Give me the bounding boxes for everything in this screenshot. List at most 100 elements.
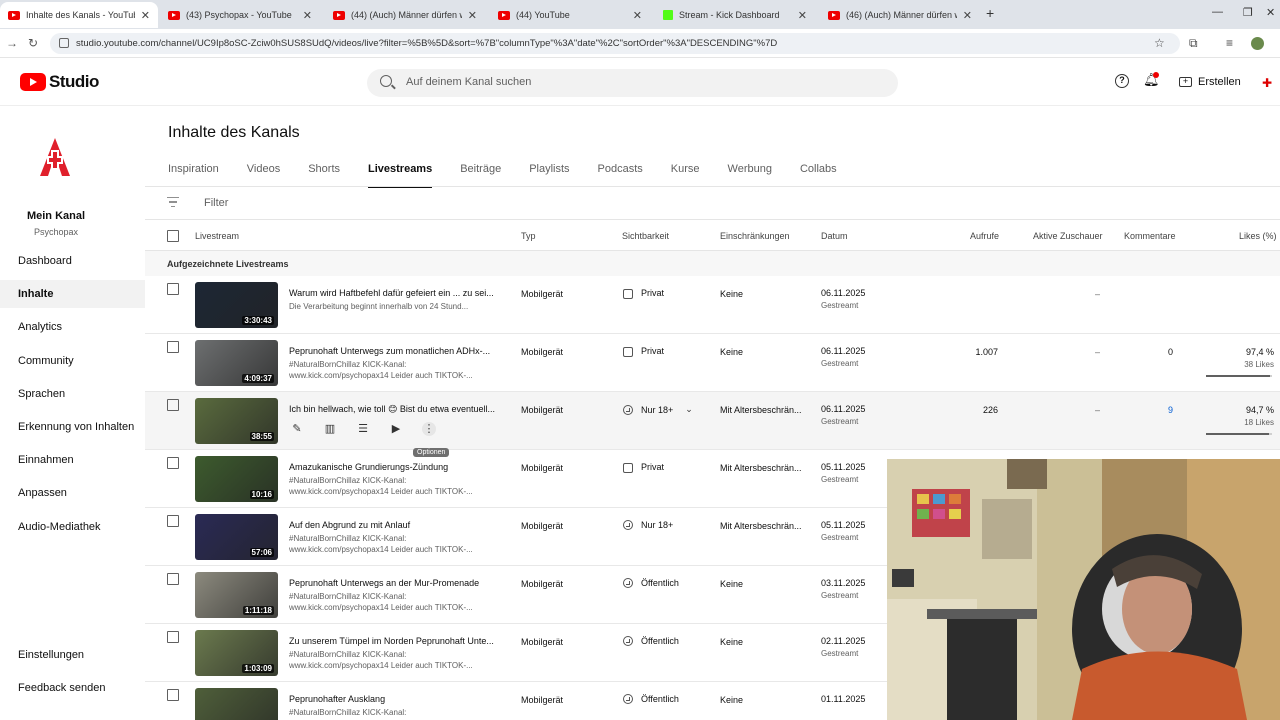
edit-pencil-icon[interactable]: ✎	[290, 422, 304, 436]
col-comments[interactable]: Kommentare	[1124, 231, 1176, 241]
tab-podcasts[interactable]: Podcasts	[598, 163, 643, 185]
tab-videos[interactable]: Videos	[247, 163, 280, 185]
row-checkbox[interactable]	[167, 573, 179, 585]
sidebar-item-inhalte[interactable]: Inhalte	[0, 280, 145, 308]
video-thumbnail[interactable]: 10:16	[195, 456, 278, 502]
sidebar-item-einnahmen[interactable]: Einnahmen	[0, 446, 145, 474]
video-thumbnail[interactable]: 4:09:37	[195, 340, 278, 386]
close-tab-icon[interactable]: ✕	[798, 9, 807, 22]
notifications-bell-icon[interactable]: 🔔︎	[1143, 72, 1160, 87]
video-thumbnail[interactable]: 38:55	[195, 398, 278, 444]
chevron-down-icon[interactable]: ⌄	[685, 404, 693, 415]
tab-playlists[interactable]: Playlists	[529, 163, 569, 185]
video-thumbnail[interactable]: 1:03:09	[195, 630, 278, 676]
close-tab-icon[interactable]: ✕	[633, 9, 642, 22]
youtube-favicon-icon	[8, 10, 20, 20]
studio-logo[interactable]: Studio	[20, 72, 99, 92]
row-checkbox[interactable]	[167, 631, 179, 643]
sidebar-item-sprachen[interactable]: Sprachen	[0, 380, 145, 408]
account-avatar[interactable]: ✚	[1262, 76, 1272, 90]
browser-tab[interactable]: (44) (Auch) Männer dürfen weinen ✕	[325, 2, 485, 28]
tab-beiträge[interactable]: Beiträge	[460, 163, 501, 185]
browser-tab[interactable]: (44) YouTube ✕	[490, 2, 650, 28]
table-row[interactable]: 3:30:43 Warum wird Haftbefehl dafür gefei…	[145, 276, 1280, 334]
extensions-icon[interactable]: ⧉	[1189, 36, 1198, 51]
video-thumbnail[interactable]: 57:06	[195, 514, 278, 560]
browser-tab[interactable]: (43) Psychopax - YouTube ✕	[160, 2, 320, 28]
video-title[interactable]: Peprunohafter Ausklang	[289, 694, 499, 704]
tab-shorts[interactable]: Shorts	[308, 163, 340, 185]
close-tab-icon[interactable]: ✕	[468, 9, 477, 22]
video-title[interactable]: Peprunohaft Unterwegs zum monatlichen AD…	[289, 346, 499, 356]
more-options-icon[interactable]: ⋮	[422, 422, 436, 436]
row-checkbox[interactable]	[167, 399, 179, 411]
row-checkbox[interactable]	[167, 341, 179, 353]
col-date[interactable]: Datum	[821, 231, 848, 241]
video-thumbnail[interactable]	[195, 688, 278, 720]
bookmark-star-icon[interactable]: ☆	[1154, 36, 1165, 50]
browser-tab[interactable]: (46) (Auch) Männer dürfen weinen ✕	[820, 2, 980, 28]
filter-input[interactable]: Filter	[204, 197, 228, 209]
sidebar-item-erkennung-von-inhalten[interactable]: Erkennung von Inhalten	[0, 413, 145, 441]
date-status: Gestreamt	[821, 649, 859, 658]
close-window-icon[interactable]: ✕	[1266, 6, 1275, 19]
type-cell: Mobilgerät	[521, 347, 564, 357]
row-checkbox[interactable]	[167, 457, 179, 469]
sidebar-item-anpassen[interactable]: Anpassen	[0, 479, 145, 507]
row-checkbox[interactable]	[167, 689, 179, 701]
tab-inspiration[interactable]: Inspiration	[168, 163, 219, 185]
tab-livestreams[interactable]: Livestreams	[368, 163, 433, 188]
tab-werbung[interactable]: Werbung	[728, 163, 772, 185]
analytics-icon[interactable]: ▥	[323, 422, 337, 436]
lock-icon	[623, 289, 633, 299]
media-control-icon[interactable]: ≡	[1226, 36, 1233, 50]
channel-avatar[interactable]	[36, 136, 74, 178]
sidebar-item-community[interactable]: Community	[0, 347, 145, 375]
sidebar-item-feedback-senden[interactable]: Feedback senden	[0, 674, 145, 702]
video-title[interactable]: Warum wird Haftbefehl dafür gefeiert ein…	[289, 288, 499, 298]
channel-search[interactable]: Auf deinem Kanal suchen	[367, 69, 898, 97]
browser-tab[interactable]: Inhalte des Kanals - YouTube Studio ✕	[0, 2, 158, 28]
visibility-cell[interactable]: Nur 18+ ⌄	[623, 404, 693, 415]
video-title[interactable]: Peprunohaft Unterwegs an der Mur-Promena…	[289, 578, 499, 588]
table-row[interactable]: 4:09:37 Peprunohaft Unterwegs zum monatli…	[145, 334, 1280, 392]
site-info-icon[interactable]	[59, 38, 69, 48]
restore-icon[interactable]: ❐	[1243, 6, 1253, 19]
create-button[interactable]: + Erstellen	[1171, 69, 1251, 95]
reload-icon[interactable]: ↻	[28, 36, 38, 50]
url-field[interactable]: studio.youtube.com/channel/UC9Ip8oSC-Zci…	[50, 33, 1180, 54]
row-checkbox[interactable]	[167, 515, 179, 527]
new-tab-button[interactable]: +	[986, 5, 994, 21]
row-checkbox[interactable]	[167, 283, 179, 295]
visibility-cell: Öffentlich	[623, 694, 679, 704]
close-tab-icon[interactable]: ✕	[963, 9, 972, 22]
video-thumbnail[interactable]: 1:11:18	[195, 572, 278, 618]
video-title[interactable]: Ich bin hellwach, wie toll 😊 Bist du etw…	[289, 404, 499, 415]
tab-collabs[interactable]: Collabs	[800, 163, 837, 185]
table-row[interactable]: 38:55 Ich bin hellwach, wie toll 😊 Bist d…	[145, 392, 1280, 457]
video-title[interactable]: Auf den Abgrund zu mit Anlauf	[289, 520, 499, 530]
youtube-play-icon[interactable]: ▶	[389, 422, 403, 436]
comments-cell[interactable]: 9	[1168, 405, 1173, 415]
browser-tab[interactable]: Stream - Kick Dashboard ✕	[655, 2, 815, 28]
sidebar-item-analytics[interactable]: Analytics	[0, 313, 145, 341]
sidebar-item-audio-mediathek[interactable]: Audio-Mediathek	[0, 513, 145, 541]
col-likes[interactable]: Likes (%)	[1239, 231, 1277, 241]
profile-avatar[interactable]	[1251, 37, 1264, 50]
comments-icon[interactable]: ☰	[356, 422, 370, 436]
minimize-icon[interactable]: —	[1212, 6, 1223, 18]
sidebar-item-dashboard[interactable]: Dashboard	[0, 247, 145, 275]
help-icon[interactable]: ?	[1115, 74, 1129, 88]
col-views[interactable]: Aufrufe	[970, 231, 999, 241]
filter-icon[interactable]	[167, 197, 179, 207]
sidebar-item-einstellungen[interactable]: Einstellungen	[0, 641, 145, 669]
close-tab-icon[interactable]: ✕	[303, 9, 312, 22]
forward-icon[interactable]: →	[6, 36, 18, 50]
date-cell: 05.11.2025	[821, 520, 866, 530]
video-title[interactable]: Zu unserem Tümpel im Norden Peprunohaft …	[289, 636, 499, 646]
video-title[interactable]: Amazukanische Grundierungs-Zündung	[289, 462, 499, 472]
close-tab-icon[interactable]: ✕	[141, 9, 150, 22]
video-thumbnail[interactable]: 3:30:43	[195, 282, 278, 328]
select-all-checkbox[interactable]	[167, 230, 179, 242]
tab-kurse[interactable]: Kurse	[671, 163, 700, 185]
